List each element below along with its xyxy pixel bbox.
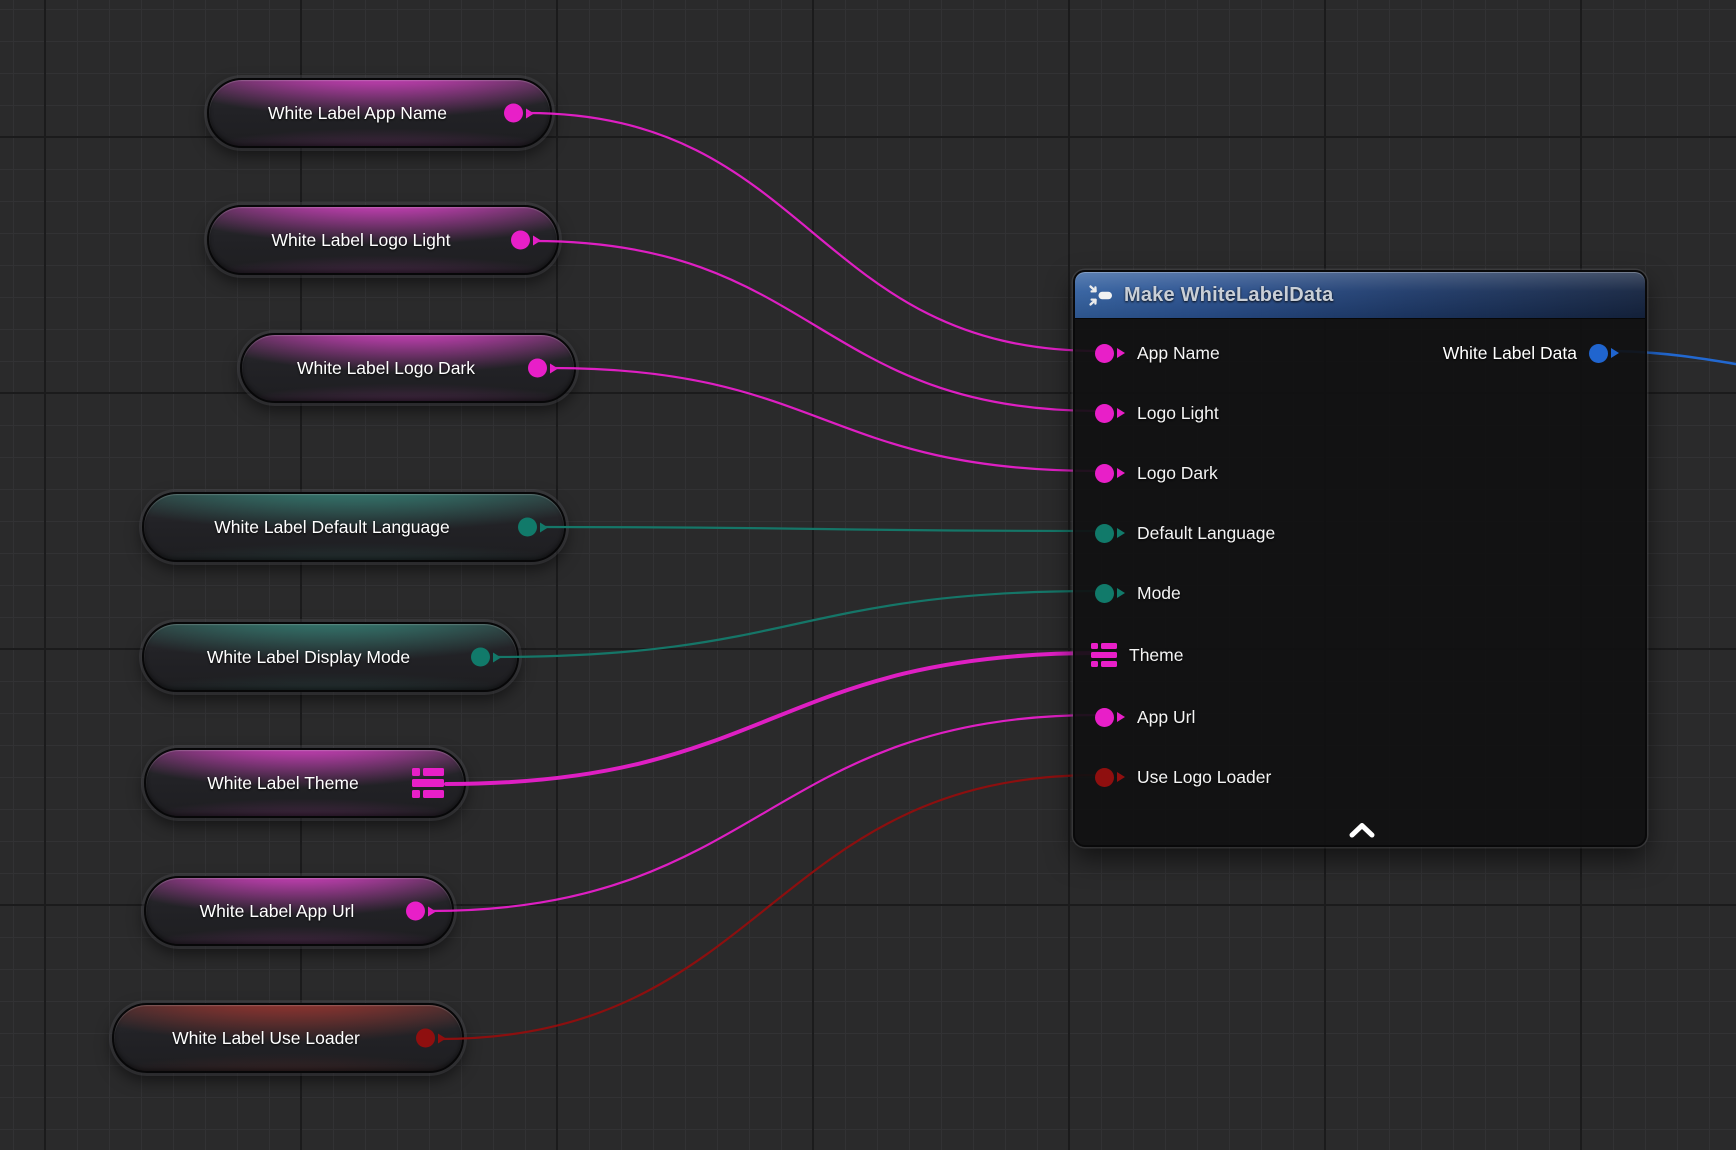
collapse-node-chevron-icon[interactable]	[1347, 821, 1377, 839]
struct-output-pin-icon[interactable]	[412, 768, 444, 798]
input-pin-row-mode[interactable]: Mode	[1095, 575, 1181, 611]
string-input-pin[interactable]	[1095, 344, 1125, 363]
node-get-white-label-display-mode[interactable]: White Label Display Mode	[142, 622, 519, 692]
node-label: White Label Default Language	[158, 494, 506, 560]
string-output-pin[interactable]	[528, 359, 558, 378]
bool-output-pin[interactable]	[416, 1029, 446, 1048]
node-make-whitelabeldata[interactable]: Make WhiteLabelData App Name Logo Light …	[1073, 270, 1647, 847]
struct-input-pin-icon[interactable]	[1091, 643, 1117, 667]
pin-label: Theme	[1129, 645, 1183, 666]
wire-app-url[interactable]	[429, 715, 1098, 911]
string-output-pin[interactable]	[511, 231, 541, 250]
string-input-pin[interactable]	[1095, 708, 1125, 727]
input-pin-row-default-language[interactable]: Default Language	[1095, 515, 1275, 551]
node-get-white-label-use-loader[interactable]: White Label Use Loader	[112, 1003, 464, 1073]
pin-label: Use Logo Loader	[1137, 767, 1271, 788]
input-pin-row-app-name[interactable]: App Name	[1095, 335, 1220, 371]
pin-label: Logo Light	[1137, 403, 1219, 424]
input-pin-row-use-logo-loader[interactable]: Use Logo Loader	[1095, 759, 1271, 795]
string-input-pin[interactable]	[1095, 404, 1125, 423]
make-struct-icon	[1087, 283, 1114, 308]
pin-label: App Url	[1137, 707, 1195, 728]
output-pin-row-white-label-data[interactable]: White Label Data	[1443, 335, 1619, 371]
wire-default-language[interactable]	[541, 527, 1098, 531]
pin-label: App Name	[1137, 343, 1220, 364]
node-label: White Label App Url	[160, 878, 394, 944]
input-pin-row-logo-light[interactable]: Logo Light	[1095, 395, 1219, 431]
wire-theme[interactable]	[446, 653, 1098, 784]
wire-app-name[interactable]	[527, 113, 1098, 351]
struct-output-pin[interactable]	[1589, 344, 1619, 363]
node-get-white-label-app-url[interactable]: White Label App Url	[144, 876, 454, 946]
node-label: White Label Use Loader	[128, 1005, 404, 1071]
node-label: White Label Theme	[160, 750, 406, 816]
wire-logo-light[interactable]	[534, 241, 1098, 411]
pin-label: Mode	[1137, 583, 1181, 604]
node-get-white-label-logo-light[interactable]: White Label Logo Light	[207, 205, 559, 275]
node-label: White Label Logo Light	[223, 207, 499, 273]
input-pin-row-theme[interactable]: Theme	[1091, 637, 1183, 673]
blueprint-graph-canvas[interactable]: White Label App Name White Label Logo Li…	[0, 0, 1736, 1150]
node-get-white-label-app-name[interactable]: White Label App Name	[207, 78, 552, 148]
input-pin-row-logo-dark[interactable]: Logo Dark	[1095, 455, 1218, 491]
enum-output-pin[interactable]	[518, 518, 548, 537]
node-header[interactable]: Make WhiteLabelData	[1075, 272, 1645, 318]
string-output-pin[interactable]	[406, 902, 436, 921]
pin-label: White Label Data	[1443, 343, 1577, 364]
node-label: White Label Display Mode	[158, 624, 459, 690]
wire-use-loader[interactable]	[439, 775, 1098, 1039]
enum-input-pin[interactable]	[1095, 584, 1125, 603]
node-get-white-label-default-language[interactable]: White Label Default Language	[142, 492, 566, 562]
pin-label: Logo Dark	[1137, 463, 1218, 484]
node-get-white-label-theme[interactable]: White Label Theme	[144, 748, 466, 818]
node-label: White Label App Name	[223, 80, 492, 146]
input-pin-row-app-url[interactable]: App Url	[1095, 699, 1195, 735]
enum-input-pin[interactable]	[1095, 524, 1125, 543]
node-label: White Label Logo Dark	[256, 335, 516, 401]
pin-label: Default Language	[1137, 523, 1275, 544]
string-input-pin[interactable]	[1095, 464, 1125, 483]
enum-output-pin[interactable]	[471, 648, 501, 667]
wire-display-mode[interactable]	[494, 591, 1098, 657]
node-get-white-label-logo-dark[interactable]: White Label Logo Dark	[240, 333, 576, 403]
bool-input-pin[interactable]	[1095, 768, 1125, 787]
string-output-pin[interactable]	[504, 104, 534, 123]
wire-logo-dark[interactable]	[551, 368, 1098, 471]
node-title: Make WhiteLabelData	[1124, 284, 1333, 307]
